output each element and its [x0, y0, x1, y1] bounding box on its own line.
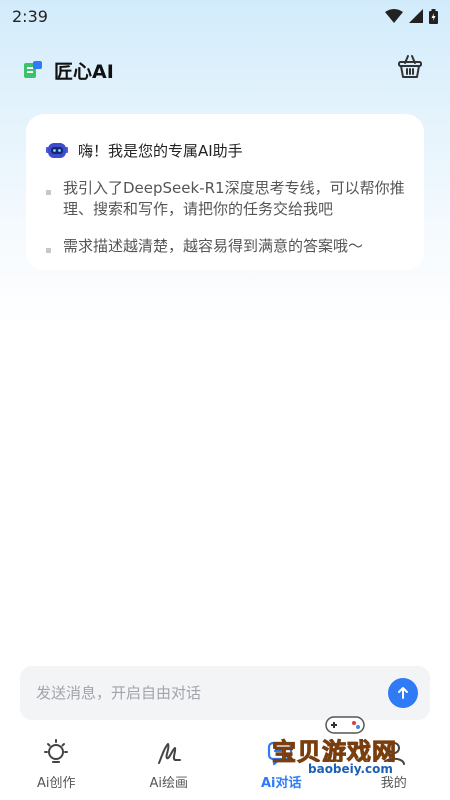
- bullet-marker: [46, 248, 51, 253]
- greeting-row: 嗨！我是您的专属AI助手: [46, 140, 243, 161]
- basket-icon[interactable]: [396, 52, 424, 80]
- battery-icon: [429, 8, 438, 24]
- watermark-url: baobeiy.com: [302, 762, 399, 776]
- status-icons: [385, 8, 438, 24]
- tab-label: Ai创作: [36, 776, 76, 791]
- robot-icon: [46, 142, 68, 158]
- signal-icon: [409, 9, 423, 23]
- bullet-marker: [46, 190, 51, 195]
- bulb-icon: [44, 739, 69, 763]
- send-button[interactable]: [388, 678, 418, 708]
- welcome-card: 嗨！我是您的专属AI助手 我引入了DeepSeek-R1深度思考专线，可以帮你推…: [26, 114, 424, 270]
- wifi-icon: [385, 9, 403, 23]
- status-time: 2:39: [12, 6, 48, 26]
- brush-icon: [157, 743, 181, 764]
- watermark: 宝贝游戏网 baobeiy.com: [272, 714, 432, 786]
- app-logo-icon: [24, 61, 42, 78]
- message-input[interactable]: [36, 684, 388, 702]
- list-item: 我引入了DeepSeek-R1深度思考专线，可以帮你推理、搜索和写作，请把你的任…: [46, 178, 413, 220]
- arrow-up-icon: [398, 687, 408, 699]
- status-bar: 2:39: [0, 0, 450, 32]
- app-header: 匠心AI: [0, 48, 450, 92]
- message-input-bar: [20, 666, 430, 720]
- list-item: 需求描述越清楚，越容易得到满意的答案哦～: [46, 236, 413, 257]
- greeting-title: 嗨！我是您的专属AI助手: [78, 142, 243, 160]
- tab-ai-draw[interactable]: Ai绘画: [113, 732, 226, 800]
- app-title: 匠心AI: [54, 60, 114, 83]
- bullet-text: 我引入了DeepSeek-R1深度思考专线，可以帮你推理、搜索和写作，请把你的任…: [63, 179, 405, 218]
- tab-label: Ai绘画: [149, 776, 188, 791]
- tab-ai-create[interactable]: Ai创作: [0, 732, 113, 800]
- bullet-text: 需求描述越清楚，越容易得到满意的答案哦～: [63, 237, 364, 255]
